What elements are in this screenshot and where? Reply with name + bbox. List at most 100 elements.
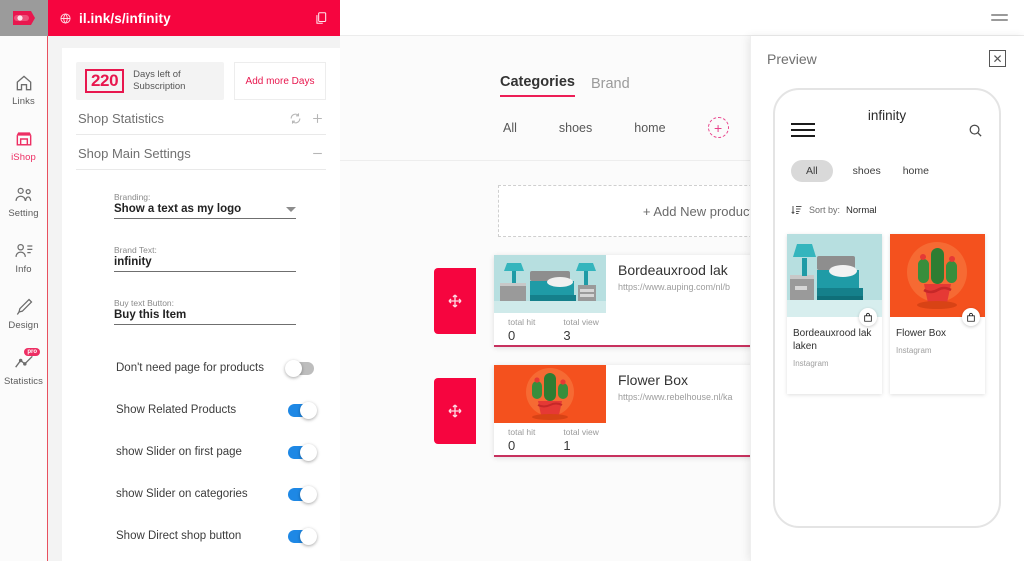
subscription-row: 220 Days left of Subscription Add more D… <box>76 62 326 100</box>
hamburger-menu-icon[interactable] <box>991 11 1008 24</box>
sidebar-item-design[interactable]: Design <box>0 286 47 342</box>
stat-label: total hit <box>508 427 536 437</box>
phone-product-grid: Bordeauxrood lak laken Instagram Flower … <box>775 216 999 394</box>
setting-row-slider-first-page: show Slider on first page <box>116 431 317 473</box>
refresh-icon[interactable] <box>289 112 302 125</box>
copy-icon[interactable] <box>314 10 328 26</box>
stat-value: 0 <box>508 438 516 453</box>
tab-categories[interactable]: Categories <box>500 74 575 97</box>
accordion-title: Shop Statistics <box>78 111 164 126</box>
shopping-bag-icon[interactable] <box>859 308 877 326</box>
branding-value: Show a text as my logo <box>114 203 242 215</box>
product-name: Bordeauxrood lak <box>618 262 728 278</box>
category-chip-all[interactable]: All <box>503 121 517 135</box>
brand-text-field[interactable]: Brand Text: infinity <box>114 245 296 272</box>
close-icon[interactable]: ✕ <box>989 50 1006 67</box>
toggle-related-products[interactable] <box>288 401 317 419</box>
shop-url-text: il.ink/s/infinity <box>79 10 171 26</box>
sidebar-item-statistics[interactable]: pro Statistics <box>0 342 47 398</box>
shopping-bag-icon[interactable] <box>962 308 980 326</box>
sidebar-item-label: Design <box>8 320 39 331</box>
branding-select[interactable]: Show a text as my logo <box>114 203 296 219</box>
setting-row-slider-categories: show Slider on categories <box>116 473 317 515</box>
phone-product-name: Flower Box <box>896 328 947 339</box>
setting-label: show Slider on first page <box>116 446 242 458</box>
setting-row-direct-shop-button: Show Direct shop button <box>116 515 317 557</box>
setting-row-no-product-page: Don't need page for products <box>116 347 314 389</box>
phone-product-card[interactable]: Bordeauxrood lak laken Instagram <box>787 234 882 394</box>
phone-product-image <box>890 234 985 326</box>
sidebar-item-setting[interactable]: Setting <box>0 174 47 230</box>
product-stat-hit: total hit 0 <box>508 427 535 453</box>
phone-category-all[interactable]: All <box>791 160 833 182</box>
accordion-actions <box>289 112 324 125</box>
phone-product-source: Instagram <box>896 346 932 355</box>
phone-product-source: Instagram <box>793 359 829 368</box>
stat-label: total hit <box>508 317 536 327</box>
accordion-shop-main-settings[interactable]: Shop Main Settings <box>76 135 326 170</box>
phone-mockup: infinity All shoes home Sort by: Normal <box>773 88 1001 528</box>
user-info-icon <box>14 243 32 257</box>
phone-category-shoes[interactable]: shoes <box>851 160 883 182</box>
phone-category-bar: All shoes home <box>775 146 999 182</box>
product-stat-view: total view 1 <box>563 427 598 453</box>
preview-header: Preview ✕ <box>751 36 1024 67</box>
shop-icon <box>16 132 31 146</box>
product-thumbnail-bedroom <box>787 234 882 317</box>
chart-icon <box>14 355 33 368</box>
sidebar-item-links[interactable]: Links <box>0 62 47 118</box>
sidebar-nav: Links iShop Setting Info Design pro Stat… <box>0 0 48 561</box>
toggle-no-product-page[interactable] <box>285 359 314 377</box>
branding-field[interactable]: Branding: Show a text as my logo <box>114 192 296 219</box>
brand-text-input[interactable]: infinity <box>114 256 296 272</box>
search-icon[interactable] <box>968 123 983 138</box>
plus-circle-icon[interactable]: + <box>707 117 729 138</box>
preview-panel: Preview ✕ infinity All shoes home Sort b… <box>750 36 1024 561</box>
sidebar-item-label: Info <box>15 264 32 275</box>
sidebar-item-info[interactable]: Info <box>0 230 47 286</box>
accordion-title: Shop Main Settings <box>78 146 191 161</box>
toggle-slider-categories[interactable] <box>288 485 317 503</box>
phone-product-name: Bordeauxrood lak laken <box>793 328 872 352</box>
toggle-slider-first-page[interactable] <box>288 443 317 461</box>
tab-brand[interactable]: Brand <box>591 76 630 97</box>
buy-button-label: Buy text Button: <box>114 298 175 308</box>
days-left-value: 220 <box>85 69 125 93</box>
category-chip-home[interactable]: home <box>634 121 665 135</box>
move-icon <box>448 404 462 418</box>
phone-sort-value: Normal <box>846 204 877 216</box>
settings-panel: 220 Days left of Subscription Add more D… <box>48 36 340 561</box>
plus-icon[interactable] <box>311 112 324 125</box>
category-chip-shoes[interactable]: shoes <box>559 121 592 135</box>
phone-product-card[interactable]: Flower Box Instagram <box>890 234 985 394</box>
sidebar-item-label: Setting <box>8 208 39 219</box>
sidebar-item-label: iShop <box>11 152 36 163</box>
sidebar-item-ishop[interactable]: iShop <box>0 118 47 174</box>
shop-url-bar: il.ink/s/infinity <box>48 0 340 36</box>
product-stat-view: total view 3 <box>563 317 598 343</box>
accordion-shop-statistics[interactable]: Shop Statistics <box>76 100 326 135</box>
buy-button-field[interactable]: Buy text Button: Buy this Item <box>114 298 296 325</box>
phone-product-body: Flower Box Instagram <box>890 317 985 381</box>
toggle-direct-shop-button[interactable] <box>288 527 317 545</box>
subscription-info: 220 Days left of Subscription <box>76 62 224 100</box>
product-drag-handle[interactable] <box>434 268 476 334</box>
sort-icon <box>791 206 802 214</box>
phone-sort-control[interactable]: Sort by: Normal <box>775 182 999 216</box>
brand-text-label: Brand Text: <box>114 245 157 255</box>
app-root: Links iShop Setting Info Design pro Stat… <box>0 0 1024 561</box>
buy-button-input[interactable]: Buy this Item <box>114 309 296 325</box>
logo-icon <box>12 11 35 25</box>
app-logo[interactable] <box>0 0 48 36</box>
phone-category-home[interactable]: home <box>901 160 931 182</box>
phone-sort-label: Sort by: <box>809 205 841 215</box>
minus-icon[interactable] <box>311 147 324 160</box>
phone-product-image <box>787 234 882 326</box>
phone-brand-title: infinity <box>867 108 907 123</box>
product-drag-handle[interactable] <box>434 378 476 444</box>
add-more-days-button[interactable]: Add more Days <box>234 62 326 100</box>
days-left-text: Days left of Subscription <box>133 69 186 92</box>
product-thumbnail-cactus <box>890 234 985 317</box>
brush-icon <box>16 298 32 315</box>
product-url: https://www.rebelhouse.nl/ka <box>618 392 733 402</box>
